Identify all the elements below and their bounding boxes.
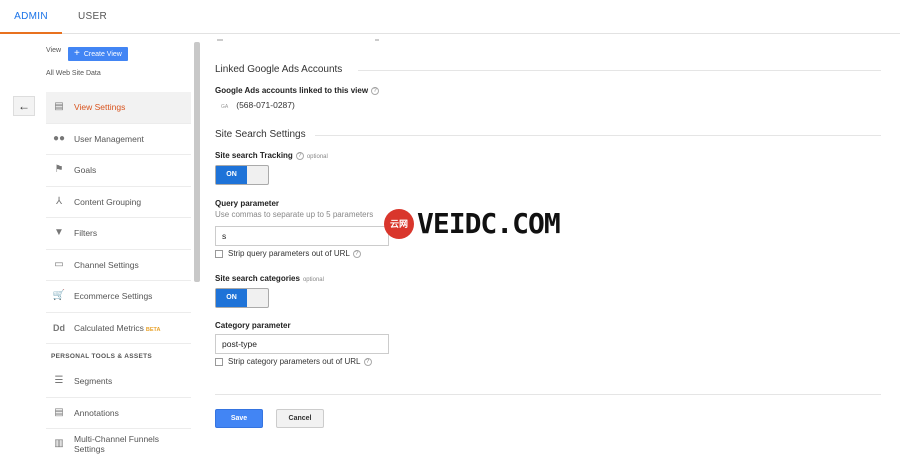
optional-tag: optional <box>306 154 328 160</box>
site-search-categories-toggle[interactable]: ON <box>215 288 269 308</box>
toggle-on-label: ON <box>216 289 247 307</box>
nav-item-goals[interactable]: ⚑ Goals <box>46 155 191 187</box>
nav-item-segments[interactable]: ☰ Segments <box>46 366 191 398</box>
tracking-label-text: Site search Tracking <box>215 151 293 160</box>
form-divider <box>215 394 881 395</box>
nav-item-content-grouping[interactable]: ⅄ Content Grouping <box>46 187 191 218</box>
google-ads-icon: GA <box>221 104 229 110</box>
view-nav-list: ▤ View Settings ●● User Management ⚑ Goa… <box>46 92 191 461</box>
linked-account-row: GA (568-071-0287) <box>221 100 295 110</box>
strip-query-checkbox[interactable] <box>215 249 223 258</box>
strip-query-label: Strip query parameters out of URL <box>228 249 350 258</box>
category-parameter-input[interactable]: post-type <box>215 334 389 354</box>
watermark-seal-icon: 云网 <box>384 209 414 239</box>
linked-ads-title: Linked Google Ads Accounts <box>215 64 343 75</box>
tab-admin[interactable]: ADMIN <box>0 0 62 34</box>
dd-icon: Dd <box>53 322 65 333</box>
nav-item-view-settings[interactable]: ▤ View Settings <box>46 92 191 124</box>
categories-label-text: Site search categories <box>215 274 300 283</box>
site-search-title: Site Search Settings <box>215 129 306 140</box>
strip-category-checkbox[interactable] <box>215 357 223 366</box>
nav-item-annotations[interactable]: ▤ Annotations <box>46 398 191 429</box>
bar-chart-icon: ▥ <box>54 438 64 449</box>
nav-label: Filters <box>74 228 98 238</box>
nav-label: Content Grouping <box>74 196 142 207</box>
strip-category-option: Strip category parameters out of URL? <box>215 357 372 366</box>
query-parameter-label: Query parameter <box>215 199 280 208</box>
cancel-button[interactable]: Cancel <box>276 409 324 428</box>
nav-item-calculated-metrics[interactable]: Dd Calculated Metrics BETA <box>46 313 191 344</box>
section-header-personal-tools: PERSONAL TOOLS & ASSETS <box>51 353 153 360</box>
view-name: All Web Site Data <box>46 70 101 77</box>
nav-label: Ecommerce Settings <box>74 291 153 301</box>
site-search-tracking-toggle[interactable]: ON <box>215 165 269 185</box>
query-parameter-hint: Use commas to separate up to 5 parameter… <box>215 210 374 219</box>
linked-ads-label: Google Ads accounts linked to this view? <box>215 86 380 95</box>
cut-off-divider <box>217 39 223 41</box>
nav-label: User Management <box>74 133 144 144</box>
strip-query-option: Strip query parameters out of URL? <box>215 249 361 258</box>
strip-category-label: Strip category parameters out of URL <box>228 357 361 366</box>
tab-user[interactable]: USER <box>78 0 107 34</box>
site-search-categories-label: Site search categories optional <box>215 274 324 283</box>
view-settings-panel: Linked Google Ads Accounts Google Ads ac… <box>215 34 881 453</box>
section-divider <box>358 70 881 71</box>
cart-icon: 🛒 <box>52 290 66 301</box>
users-icon: ●● <box>52 132 66 144</box>
site-search-tracking-label: Site search Tracking? optional <box>215 151 328 160</box>
create-view-label: Create View <box>83 51 122 58</box>
nav-label: Calculated Metrics <box>74 322 144 333</box>
back-arrow-icon[interactable]: ← <box>13 96 35 116</box>
save-button[interactable]: Save <box>215 409 263 428</box>
nav-label: Segments <box>74 376 113 386</box>
comment-icon: ▤ <box>54 406 64 418</box>
help-icon[interactable]: ? <box>371 86 380 95</box>
nav-label: Multi-Channel Funnels Settings <box>74 434 160 454</box>
filter-icon: ▼ <box>54 227 64 238</box>
document-icon: ▤ <box>54 101 64 112</box>
help-icon[interactable]: ? <box>363 357 372 366</box>
query-parameter-input[interactable]: s <box>215 226 389 246</box>
sidebar-scrollbar[interactable] <box>194 42 200 282</box>
segments-icon: ☰ <box>54 375 64 386</box>
nav-item-ecommerce-settings[interactable]: 🛒 Ecommerce Settings <box>46 281 191 313</box>
nav-label: View Settings <box>74 102 126 112</box>
nav-item-mcf-settings[interactable]: ▥ Multi-Channel Funnels Settings <box>46 429 191 461</box>
help-icon[interactable]: ? <box>295 151 304 160</box>
flag-icon: ⚑ <box>54 164 64 175</box>
nav-label: Channel Settings <box>74 259 139 270</box>
linked-account-id: (568-071-0287) <box>236 100 295 110</box>
cut-off-divider <box>375 39 379 41</box>
nav-label: Goals <box>74 165 97 175</box>
view-label: View <box>46 47 62 54</box>
category-parameter-label: Category parameter <box>215 321 291 330</box>
person-icon: ⅄ <box>55 195 63 207</box>
nav-item-filters[interactable]: ▼ Filters <box>46 218 191 250</box>
create-view-button[interactable]: + Create View <box>68 47 128 61</box>
optional-tag: optional <box>302 277 324 283</box>
channel-icon: ▭ <box>54 258 64 270</box>
section-divider <box>315 135 881 136</box>
beta-badge: BETA <box>145 326 161 333</box>
admin-sidebar: View + Create View All Web Site Data ← ▤ … <box>0 34 200 454</box>
nav-label: Annotations <box>74 407 119 418</box>
linked-ads-label-text: Google Ads accounts linked to this view <box>215 86 369 95</box>
help-icon[interactable]: ? <box>352 249 361 258</box>
nav-item-user-management[interactable]: ●● User Management <box>46 124 191 155</box>
watermark-text: VEIDC.COM <box>417 207 561 240</box>
toggle-on-label: ON <box>216 166 247 184</box>
plus-icon: + <box>74 48 80 59</box>
top-tab-bar: ADMIN USER <box>0 0 900 34</box>
nav-item-channel-settings[interactable]: ▭ Channel Settings <box>46 250 191 281</box>
